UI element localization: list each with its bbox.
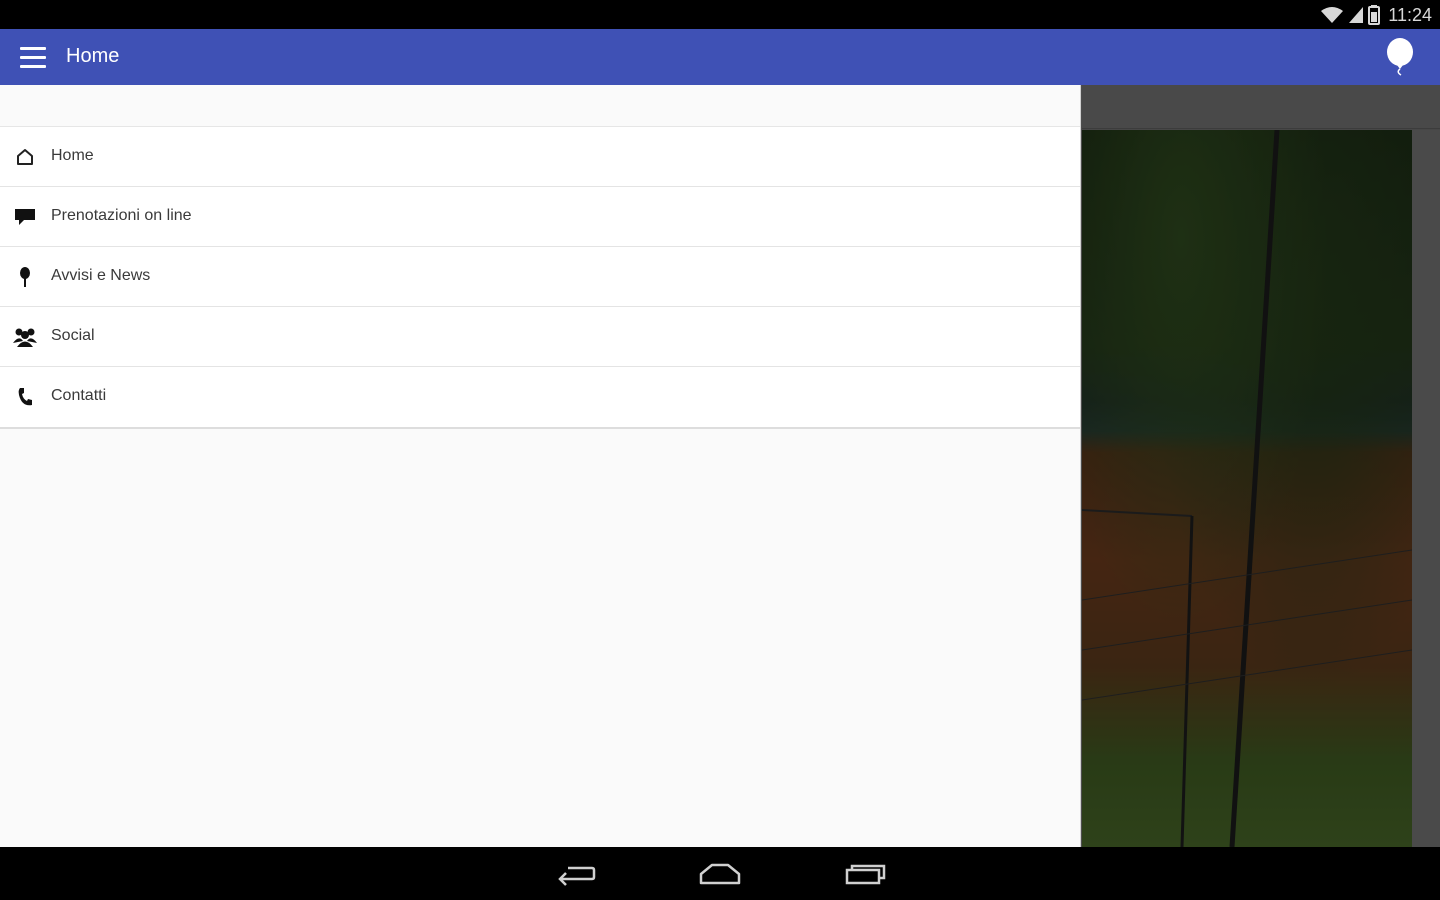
content-right-margin xyxy=(1412,130,1440,847)
signal-icon xyxy=(1349,7,1364,23)
wifi-icon xyxy=(1321,7,1344,23)
status-icons: 11:24 xyxy=(1320,4,1432,26)
pin-icon xyxy=(12,265,38,289)
status-bar: 11:24 xyxy=(0,0,1440,29)
content-header-strip xyxy=(1082,85,1440,129)
system-navigation-bar xyxy=(0,847,1440,900)
home-icon xyxy=(12,145,38,169)
drawer-item-prenotazioni[interactable]: Prenotazioni on line xyxy=(0,187,1080,247)
phone-icon xyxy=(12,385,38,409)
drawer-item-label: Contatti xyxy=(51,387,107,404)
drawer-item-social[interactable]: Social xyxy=(0,307,1080,367)
content-panel xyxy=(1082,85,1440,847)
tennis-court-photo xyxy=(1082,130,1412,847)
drawer-item-avvisi[interactable]: Avvisi e News xyxy=(0,247,1080,307)
status-time: 11:24 xyxy=(1388,4,1432,25)
drawer-item-label: Home xyxy=(51,147,94,164)
balloon-icon[interactable] xyxy=(1382,37,1418,77)
drawer-item-label: Avvisi e News xyxy=(51,267,151,284)
drawer-item-home[interactable]: Home xyxy=(0,127,1080,187)
recents-icon[interactable] xyxy=(843,859,887,889)
drawer-header xyxy=(0,85,1080,127)
hamburger-menu-icon[interactable] xyxy=(12,37,54,77)
navigation-drawer: Home Prenotazioni on line Avvisi e News xyxy=(0,85,1081,847)
back-icon[interactable] xyxy=(554,859,598,889)
comment-icon xyxy=(12,205,38,229)
drawer-item-contatti[interactable]: Contatti xyxy=(0,367,1080,427)
app-toolbar: Home xyxy=(0,29,1440,85)
drawer-item-label: Prenotazioni on line xyxy=(51,207,192,224)
group-icon xyxy=(12,325,38,349)
drawer-item-label: Social xyxy=(51,327,95,344)
battery-icon xyxy=(1368,5,1381,25)
home-nav-icon[interactable] xyxy=(698,859,742,889)
drawer-menu-list: Home Prenotazioni on line Avvisi e News xyxy=(0,127,1080,429)
page-title: Home xyxy=(66,45,120,67)
